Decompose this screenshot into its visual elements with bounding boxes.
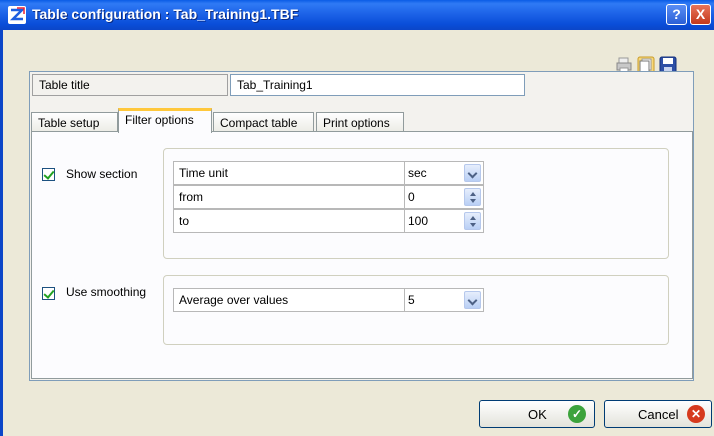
cancel-label: Cancel: [638, 407, 679, 422]
use-smoothing-checkbox[interactable]: [42, 287, 55, 300]
cancel-button[interactable]: Cancel ✕: [604, 400, 712, 428]
dropdown-icon[interactable]: [464, 291, 481, 309]
show-section-group: Time unit sec from 0 to 100: [163, 148, 669, 259]
spin-icon[interactable]: [464, 188, 481, 206]
dropdown-icon[interactable]: [464, 164, 481, 182]
to-value: 100: [408, 214, 429, 228]
window-title: Table configuration : Tab_Training1.TBF: [32, 6, 299, 22]
help-button[interactable]: ?: [666, 4, 687, 25]
cancel-x-icon: ✕: [687, 405, 705, 423]
from-value: 0: [408, 190, 415, 204]
ok-button[interactable]: OK ✓: [479, 400, 595, 428]
table-title-input[interactable]: [230, 74, 525, 96]
app-logo-icon: [8, 6, 26, 24]
ok-label: OK: [528, 407, 547, 422]
to-label: to: [173, 209, 405, 233]
title-bar[interactable]: Table configuration : Tab_Training1.TBF …: [0, 0, 714, 30]
from-spinner[interactable]: 0: [404, 185, 484, 209]
time-unit-select[interactable]: sec: [404, 161, 484, 185]
time-unit-value: sec: [408, 166, 427, 180]
close-icon: X: [695, 6, 706, 22]
tab-compact-table[interactable]: Compact table: [213, 112, 314, 132]
table-title-label: Table title: [32, 74, 228, 96]
show-section-label: Show section: [66, 167, 138, 181]
spin-icon[interactable]: [464, 212, 481, 230]
tab-print-options[interactable]: Print options: [316, 112, 404, 132]
average-label: Average over values: [173, 288, 405, 312]
close-button[interactable]: X: [690, 4, 711, 25]
window-border: [0, 30, 3, 436]
filter-options-panel: Show section Time unit sec from 0 to 100…: [31, 131, 693, 379]
use-smoothing-label: Use smoothing: [66, 285, 147, 299]
ok-check-icon: ✓: [568, 405, 586, 423]
average-select[interactable]: 5: [404, 288, 484, 312]
from-label: from: [173, 185, 405, 209]
smoothing-group: Average over values 5: [163, 275, 669, 345]
help-icon: ?: [672, 6, 681, 22]
to-spinner[interactable]: 100: [404, 209, 484, 233]
time-unit-label: Time unit: [173, 161, 405, 185]
tab-table-setup[interactable]: Table setup: [31, 112, 118, 132]
average-value: 5: [408, 293, 415, 307]
tab-filter-options[interactable]: Filter options: [118, 108, 212, 133]
show-section-checkbox[interactable]: [42, 168, 55, 181]
